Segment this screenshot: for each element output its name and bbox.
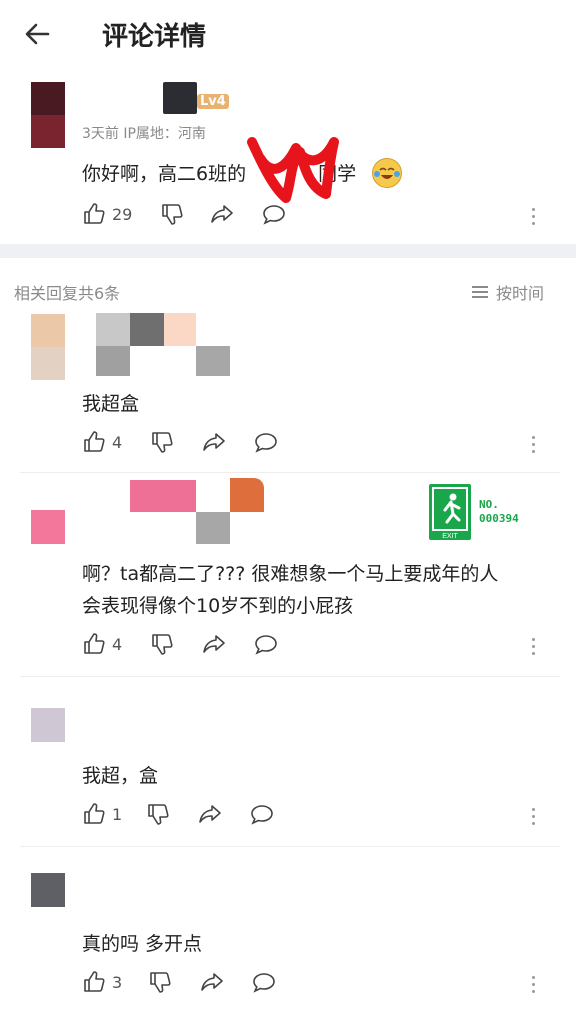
- page-title: 评论详情: [102, 22, 207, 52]
- speech-bubble-icon: [255, 635, 277, 655]
- reply-actions: 4: [82, 430, 542, 462]
- username-redacted[interactable]: [163, 82, 197, 114]
- dislike-button[interactable]: [148, 970, 172, 994]
- comment-button[interactable]: [250, 802, 274, 826]
- sort-button[interactable]: 按时间: [471, 280, 544, 304]
- avatar[interactable]: [31, 82, 65, 148]
- comment-button[interactable]: [262, 202, 286, 226]
- thumbs-down-icon: [162, 204, 183, 225]
- dislike-button[interactable]: [150, 632, 174, 656]
- like-button[interactable]: 29: [82, 202, 132, 226]
- crying-laugh-emoji-icon: [372, 158, 402, 188]
- like-count: 3: [112, 972, 123, 992]
- menu-lines-icon: [471, 283, 488, 301]
- more-options-icon[interactable]: [530, 208, 538, 230]
- share-arrow-icon: [211, 205, 233, 223]
- reply-actions: 4: [82, 632, 542, 664]
- exit-label: EXIT: [442, 533, 458, 540]
- reply-text: 我超盒: [82, 393, 140, 415]
- more-options-icon[interactable]: [530, 808, 538, 830]
- reply-text: 我超，盒: [82, 765, 159, 787]
- more-options-icon[interactable]: [530, 638, 538, 660]
- speech-bubble-icon: [251, 805, 273, 825]
- like-count: 4: [112, 432, 123, 452]
- reply-count-label: 相关回复共6条: [14, 284, 121, 303]
- reply-text-line1: 啊？ta都高二了??? 很难想象一个马上要成年的人: [82, 563, 499, 585]
- comment-button[interactable]: [254, 430, 278, 454]
- avatar[interactable]: [31, 873, 65, 907]
- main-actions: 29: [82, 202, 542, 234]
- comment-meta: 3天前 IP属地：河南: [82, 126, 206, 142]
- thumbs-down-icon: [148, 804, 169, 825]
- level-badge: Lv4: [197, 94, 229, 109]
- divider: [20, 676, 560, 677]
- thumbs-up-icon: [84, 971, 105, 992]
- like-count: 1: [112, 804, 123, 824]
- like-button[interactable]: 3: [82, 970, 122, 994]
- speech-bubble-icon: [255, 433, 277, 453]
- sort-label: 按时间: [495, 284, 544, 303]
- avatar[interactable]: [31, 708, 65, 742]
- like-button[interactable]: 4: [82, 430, 122, 454]
- avatar[interactable]: [31, 314, 65, 380]
- thumbs-up-icon: [84, 803, 105, 824]
- dislike-button[interactable]: [146, 802, 170, 826]
- share-button[interactable]: [198, 802, 222, 826]
- reply-text: 啊？ta都高二了??? 很难想象一个马上要成年的人 会表现得像个10岁不到的小屁…: [82, 558, 498, 622]
- thumbs-up-icon: [84, 431, 105, 452]
- share-arrow-icon: [203, 433, 225, 451]
- share-arrow-icon: [203, 635, 225, 653]
- redaction-scribble: [247, 137, 339, 203]
- more-options-icon[interactable]: [530, 976, 538, 998]
- reply-text-line2: 会表现得像个10岁不到的小屁孩: [82, 595, 354, 617]
- like-count: 29: [112, 204, 133, 224]
- comment-text-before: 你好啊，高二6班的: [82, 163, 247, 185]
- back-arrow-icon[interactable]: [22, 18, 54, 50]
- comment-button[interactable]: [252, 970, 276, 994]
- divider: [20, 472, 560, 473]
- thumbs-down-icon: [152, 432, 173, 453]
- more-options-icon[interactable]: [530, 436, 538, 458]
- badge-no-label: NO.: [479, 498, 499, 511]
- share-button[interactable]: [210, 202, 234, 226]
- reply-text: 真的吗 多开点: [82, 933, 203, 955]
- badge-number: NO. 000394: [479, 498, 519, 526]
- share-button[interactable]: [202, 632, 226, 656]
- divider: [20, 846, 560, 847]
- share-arrow-icon: [201, 973, 223, 991]
- badge-no-value: 000394: [479, 512, 519, 525]
- dislike-button[interactable]: [150, 430, 174, 454]
- share-button[interactable]: [202, 430, 226, 454]
- thumbs-up-icon: [84, 203, 105, 224]
- thumbs-down-icon: [150, 972, 171, 993]
- comment-button[interactable]: [254, 632, 278, 656]
- like-button[interactable]: 1: [82, 802, 122, 826]
- reply-actions: 3: [82, 970, 542, 1002]
- share-button[interactable]: [200, 970, 224, 994]
- reply-actions: 1: [82, 802, 542, 834]
- thumbs-up-icon: [84, 633, 105, 654]
- like-count: 4: [112, 634, 123, 654]
- thumbs-down-icon: [152, 634, 173, 655]
- dislike-button[interactable]: [160, 202, 184, 226]
- exit-sign-badge-icon: EXIT: [429, 484, 471, 540]
- avatar[interactable]: [31, 480, 65, 544]
- speech-bubble-icon: [253, 973, 275, 993]
- speech-bubble-icon: [263, 205, 285, 225]
- like-button[interactable]: 4: [82, 632, 122, 656]
- section-separator: [0, 244, 576, 258]
- share-arrow-icon: [199, 805, 221, 823]
- top-bar: 评论详情: [0, 0, 576, 70]
